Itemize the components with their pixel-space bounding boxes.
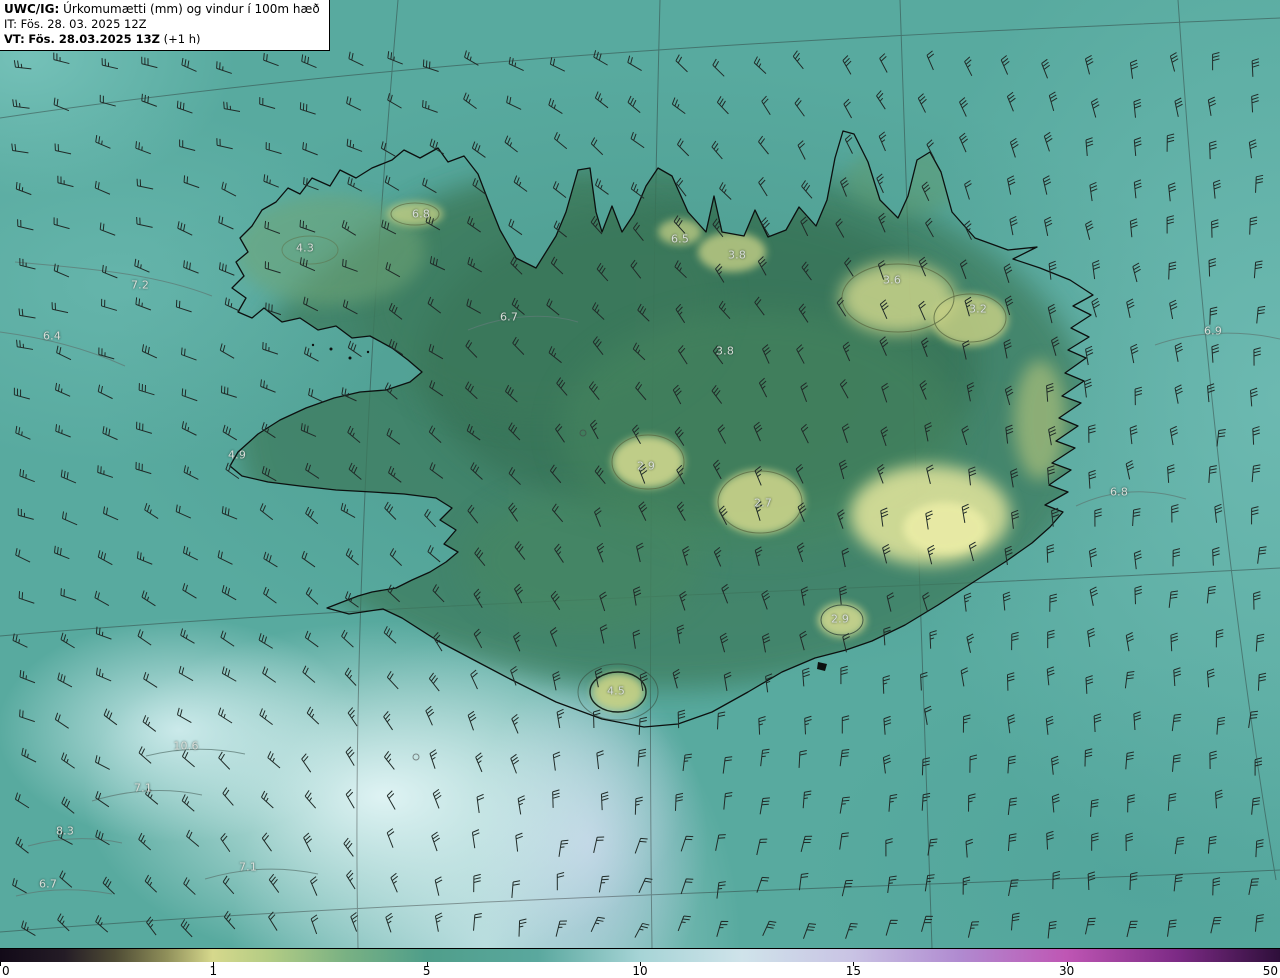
contour-label: 2.7 [753,496,773,510]
valid-label: VT: [4,32,25,47]
colorbar-tick-label: 15 [845,964,861,978]
colorbar-tickmark [1066,962,1068,966]
contour-label: 6.8 [411,207,431,221]
contour-label: 6.7 [38,877,58,891]
contour-label: 7.2 [130,278,150,292]
title-line: UWC/IG: Úrkomumætti (mm) og vindur í 100… [4,2,320,17]
colorbar: 0 1 5 10 15 30 50 [0,948,1280,978]
contour-label: 3.8 [727,248,747,262]
colorbar-labels: 0 1 5 10 15 30 50 [0,962,1280,978]
contour-label: 3.6 [882,273,902,287]
colorbar-tick-label: 5 [422,964,431,978]
map-title: Úrkomumætti (mm) og vindur í 100m hæð [63,2,320,16]
colorbar-tick-label: 10 [632,964,648,978]
contour-labels: 6.8 4.3 7.2 6.4 6.5 3.8 3.6 3.2 6.9 6.7 3.8 4.9 2.9 2… [0,0,1280,948]
contour-label: 6.8 [1109,485,1129,499]
contour-label: 10.6 [173,739,199,753]
title-box: UWC/IG: Úrkomumætti (mm) og vindur í 100… [0,0,330,51]
colorbar-tickmark [0,962,1,966]
contour-label: 6.4 [42,329,62,343]
contour-label: 4.9 [227,448,247,462]
colorbar-tickmark [213,962,215,966]
contour-label: 6.5 [670,232,690,246]
contour-label: 3.2 [968,302,988,316]
contour-label: 7.1 [133,781,153,795]
colorbar-tick-label: 0 [2,964,10,978]
model-name: UWC/IG: [4,2,60,16]
valid-offset: (+1 h) [163,32,201,47]
contour-label: 2.9 [636,459,656,473]
colorbar-tickmark [426,962,428,966]
colorbar-tickmark [640,962,641,966]
valid-time-line: VT: Fös. 28.03.2025 13Z (+1 h) [4,32,320,47]
contour-label: 2.9 [830,612,850,626]
weather-map: 6.8 4.3 7.2 6.4 6.5 3.8 3.6 3.2 6.9 6.7 3.8 4.9 2.9 2… [0,0,1280,978]
colorbar-tick-label: 50 [1262,964,1278,978]
contour-label: 8.3 [55,824,75,838]
init-time: IT: Fös. 28. 03. 2025 12Z [4,17,147,32]
colorbar-tick-label: 30 [1059,964,1075,978]
contour-label: 4.5 [606,684,626,698]
valid-time: Fös. 28.03.2025 13Z [28,32,160,47]
colorbar-tickmark [853,962,855,966]
contour-label: 6.9 [1203,324,1223,338]
colorbar-tick-label: 1 [209,964,218,978]
colorbar-gradient [0,948,1280,962]
contour-label: 6.7 [499,310,519,324]
contour-label: 7.1 [238,860,258,874]
contour-label: 4.3 [295,241,315,255]
contour-label: 3.8 [715,344,735,358]
